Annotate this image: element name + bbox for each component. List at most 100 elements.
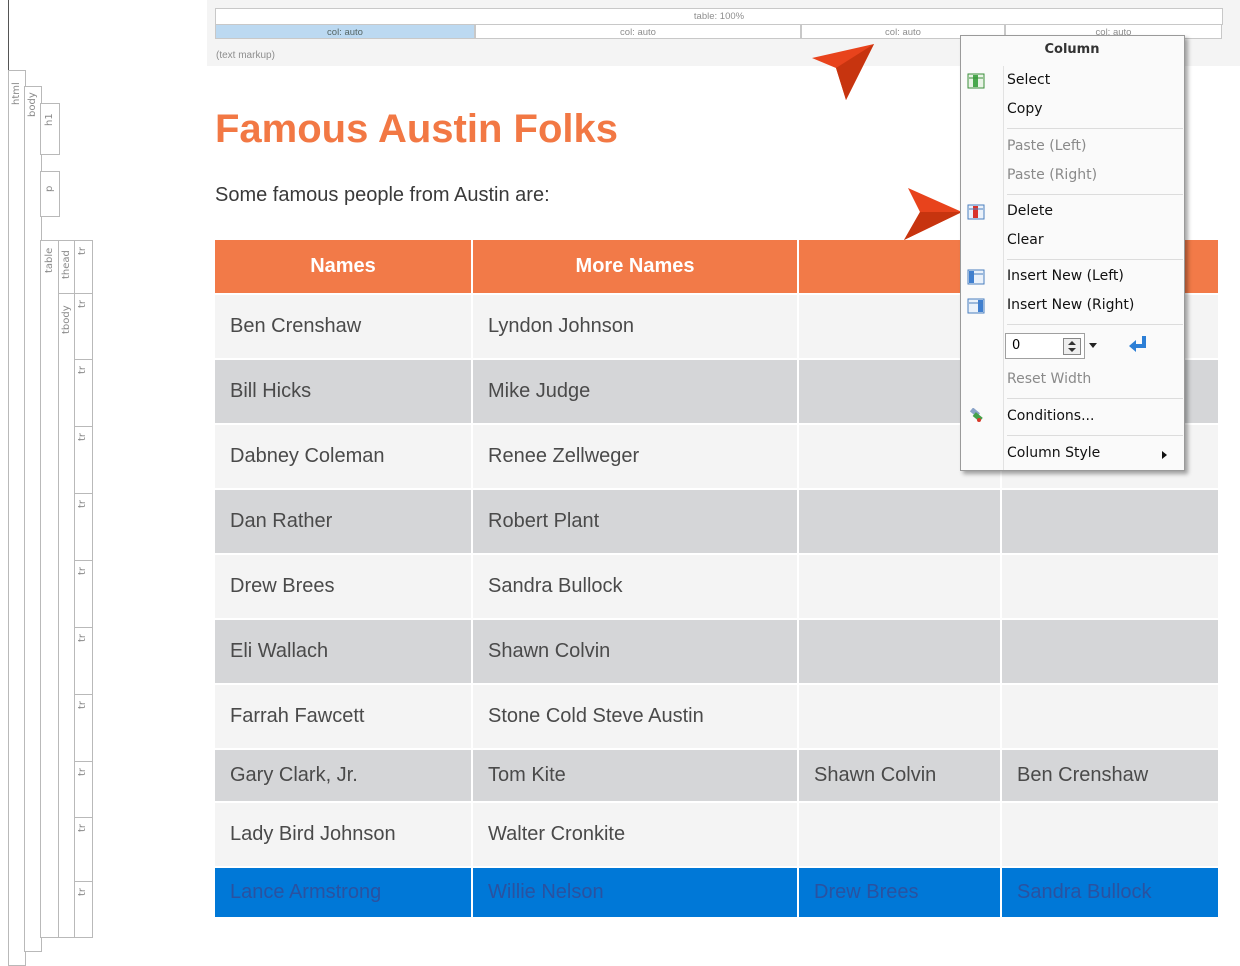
struct-tr[interactable]: tr	[74, 359, 93, 428]
struct-label: h1	[44, 113, 55, 126]
struct-tr[interactable]: tr	[74, 694, 93, 763]
menu-separator	[1007, 324, 1183, 325]
selected-table-row[interactable]: Lance Armstrong Willie Nelson Drew Brees…	[215, 868, 1218, 917]
spinner-arrows-icon	[1068, 341, 1076, 352]
struct-label: tr	[77, 432, 88, 441]
struct-label: tr	[77, 700, 88, 709]
table-cell[interactable]: Sandra Bullock	[1002, 868, 1218, 917]
table-cell[interactable]: Shawn Colvin	[473, 620, 797, 683]
table-cell[interactable]: Drew Brees	[799, 868, 1000, 917]
table-cell[interactable]	[799, 803, 1000, 866]
column-context-menu: Column Select Copy Paste (Left) Paste (R…	[960, 35, 1185, 471]
table-cell[interactable]: Sandra Bullock	[473, 555, 797, 618]
table-cell[interactable]: Robert Plant	[473, 490, 797, 553]
table-cell[interactable]: Bill Hicks	[215, 360, 471, 423]
insert-right-icon	[967, 298, 985, 314]
table-row[interactable]: Lady Bird Johnson Walter Cronkite	[215, 803, 1218, 866]
table-row[interactable]: Drew Brees Sandra Bullock	[215, 555, 1218, 618]
menu-item-paste-right[interactable]: Paste (Right)	[1007, 167, 1097, 183]
table-cell[interactable]	[799, 685, 1000, 748]
table-cell[interactable]	[1002, 685, 1218, 748]
table-cell[interactable]: Drew Brees	[215, 555, 471, 618]
table-cell[interactable]	[799, 555, 1000, 618]
table-row[interactable]: Dan Rather Robert Plant	[215, 490, 1218, 553]
menu-item-copy[interactable]: Copy	[1007, 101, 1043, 117]
menu-item-insert-right[interactable]: Insert New (Right)	[1007, 297, 1134, 313]
struct-label: thead	[61, 250, 72, 279]
apply-enter-icon[interactable]	[1127, 334, 1149, 356]
table-cell[interactable]: Farrah Fawcett	[215, 685, 471, 748]
table-cell[interactable]: Lyndon Johnson	[473, 295, 797, 358]
menu-item-select[interactable]: Select	[1007, 72, 1050, 88]
table-cell[interactable]: Eli Wallach	[215, 620, 471, 683]
menu-separator	[1007, 398, 1183, 399]
struct-label: p	[44, 185, 55, 192]
struct-tr[interactable]: tr	[74, 881, 93, 938]
struct-label: tr	[77, 299, 88, 308]
table-cell[interactable]: Walter Cronkite	[473, 803, 797, 866]
menu-title: Column	[1044, 42, 1100, 57]
table-cell[interactable]: Dabney Coleman	[215, 425, 471, 488]
table-cell[interactable]: Shawn Colvin	[799, 750, 1000, 801]
menu-item-reset-width[interactable]: Reset Width	[1007, 371, 1091, 387]
table-cell[interactable]	[1002, 803, 1218, 866]
text-markup-label: (text markup)	[216, 50, 275, 61]
struct-tr[interactable]: tr	[74, 293, 93, 361]
menu-item-insert-left[interactable]: Insert New (Left)	[1007, 268, 1124, 284]
menu-item-paste-left[interactable]: Paste (Left)	[1007, 138, 1087, 154]
chevron-down-icon[interactable]	[1088, 338, 1100, 352]
table-cell[interactable]	[1002, 555, 1218, 618]
table-cell[interactable]: Mike Judge	[473, 360, 797, 423]
struct-h1[interactable]: h1	[40, 103, 60, 155]
table-cell[interactable]: Gary Clark, Jr.	[215, 750, 471, 801]
struct-tr[interactable]: tr	[74, 627, 93, 696]
struct-table[interactable]: table	[40, 240, 60, 938]
table-cell[interactable]: Willie Nelson	[473, 868, 797, 917]
table-cell[interactable]	[1002, 620, 1218, 683]
table-cell[interactable]: Lance Armstrong	[215, 868, 471, 917]
table-cell[interactable]: Tom Kite	[473, 750, 797, 801]
struct-label: tr	[77, 246, 88, 255]
page-title[interactable]: Famous Austin Folks	[215, 107, 618, 152]
submenu-arrow-icon	[1162, 451, 1167, 459]
select-column-icon	[967, 73, 985, 89]
table-cell[interactable]: Renee Zellweger	[473, 425, 797, 488]
column-width-input[interactable]: 0	[1005, 333, 1085, 359]
callout-arrow-icon	[904, 188, 962, 240]
struct-tr[interactable]: tr	[74, 493, 93, 562]
width-spinner[interactable]	[1063, 338, 1081, 355]
header-cell[interactable]: More Names	[473, 240, 797, 293]
table-cell[interactable]	[1002, 490, 1218, 553]
struct-tr[interactable]: tr	[74, 817, 93, 883]
table-cell[interactable]: Ben Crenshaw	[215, 295, 471, 358]
insert-left-icon	[967, 269, 985, 285]
table-cell[interactable]: Dan Rather	[215, 490, 471, 553]
column-bar-2[interactable]: col: auto	[475, 24, 801, 39]
table-cell[interactable]: Lady Bird Johnson	[215, 803, 471, 866]
struct-label: tr	[77, 365, 88, 374]
struct-tr[interactable]: tr	[74, 761, 93, 819]
conditions-icon	[969, 408, 983, 422]
menu-item-column-style[interactable]: Column Style	[1007, 445, 1100, 461]
menu-item-conditions[interactable]: Conditions...	[1007, 408, 1094, 424]
table-row[interactable]: Farrah Fawcett Stone Cold Steve Austin	[215, 685, 1218, 748]
header-cell[interactable]: Names	[215, 240, 471, 293]
struct-tr[interactable]: tr	[74, 240, 93, 295]
menu-separator	[1007, 435, 1183, 436]
column-bar-1[interactable]: col: auto	[215, 24, 475, 39]
table-width-bar[interactable]: table: 100%	[215, 8, 1223, 25]
menu-item-delete[interactable]: Delete	[1007, 203, 1053, 219]
intro-paragraph[interactable]: Some famous people from Austin are:	[215, 184, 550, 207]
table-row[interactable]: Gary Clark, Jr. Tom Kite Shawn Colvin Be…	[215, 750, 1218, 801]
struct-p[interactable]: p	[40, 171, 60, 217]
table-row[interactable]: Eli Wallach Shawn Colvin	[215, 620, 1218, 683]
table-cell[interactable]: Stone Cold Steve Austin	[473, 685, 797, 748]
table-cell[interactable]	[799, 620, 1000, 683]
table-cell[interactable]: Ben Crenshaw	[1002, 750, 1218, 801]
table-cell[interactable]	[799, 490, 1000, 553]
struct-tr[interactable]: tr	[74, 426, 93, 495]
struct-tr[interactable]: tr	[74, 560, 93, 629]
struct-label: body	[27, 92, 38, 117]
menu-item-clear[interactable]: Clear	[1007, 232, 1044, 248]
menu-gutter	[1003, 66, 1004, 470]
